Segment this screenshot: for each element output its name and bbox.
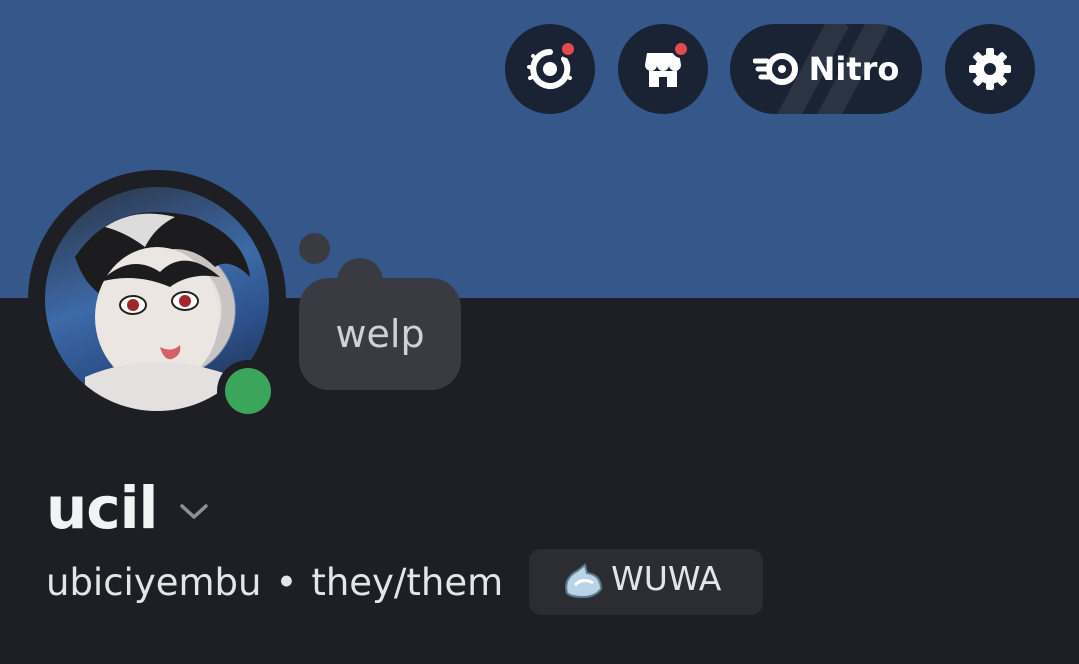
server-tag-label: WUWA (611, 558, 722, 598)
separator-dot: • (275, 560, 298, 604)
nitro-icon (752, 53, 798, 85)
gear-icon (969, 48, 1011, 90)
chevron-down-icon[interactable] (179, 502, 209, 522)
notification-dot (559, 40, 577, 58)
nitro-button[interactable]: Nitro (730, 24, 922, 114)
thought-bubble-dot (299, 233, 330, 264)
display-name: ucil (46, 474, 158, 542)
custom-status-text: welp (335, 312, 425, 356)
status-online-indicator (225, 368, 271, 414)
quests-button[interactable] (505, 24, 595, 114)
settings-button[interactable] (945, 24, 1035, 114)
custom-status-bubble[interactable]: welp (299, 278, 461, 390)
server-tag[interactable]: WUWA (529, 549, 764, 615)
display-name-row: ucil (46, 474, 209, 542)
wuwa-badge-icon (565, 563, 603, 599)
nitro-label: Nitro (808, 50, 900, 88)
username: ubiciyembu (46, 560, 262, 604)
shop-button[interactable] (618, 24, 708, 114)
pronouns: they/them (311, 560, 504, 604)
notification-dot (672, 40, 690, 58)
profile-subline: ubiciyembu • they/them WUWA (46, 548, 764, 616)
